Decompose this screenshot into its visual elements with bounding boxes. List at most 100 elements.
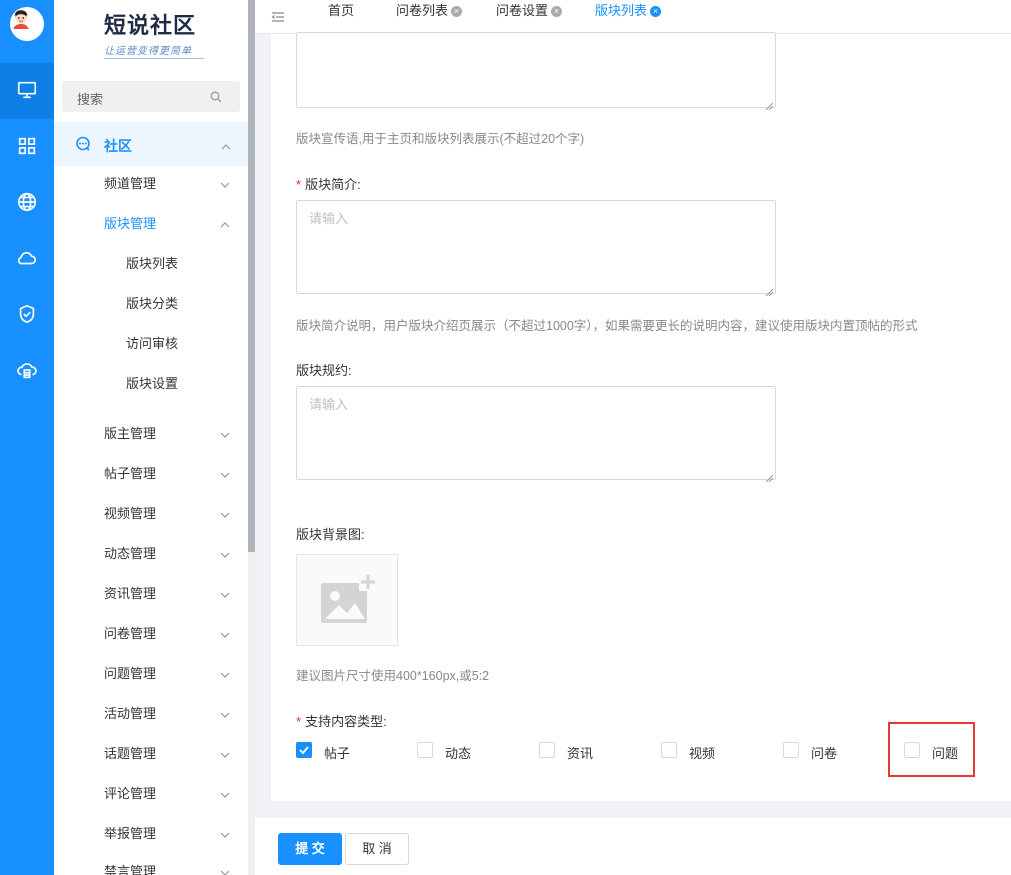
chevron-down-icon [220, 177, 230, 188]
background-help-text: 建议图片尺寸使用400*160px,或5:2 [296, 669, 490, 683]
search-input[interactable]: 搜索 [62, 81, 240, 112]
sidebar-item-posts[interactable]: 帖子管理 [104, 463, 156, 482]
checkbox-label: 资讯 [567, 746, 594, 761]
sidebar-item-events[interactable]: 活动管理 [104, 703, 156, 722]
chevron-down-icon [220, 787, 230, 798]
sidebar-item-comments[interactable]: 评论管理 [104, 783, 156, 802]
rail-item-cloud[interactable] [0, 231, 54, 287]
tab-label: 问卷列表 [396, 3, 449, 18]
avatar[interactable] [10, 7, 44, 41]
sidebar-item-mute[interactable]: 禁言管理 [104, 861, 156, 875]
check-icon [299, 746, 309, 755]
search-placeholder: 搜索 [77, 92, 104, 107]
tab-survey-settings[interactable]: 问卷设置 × [496, 0, 563, 34]
submit-button[interactable]: 提 交 [278, 833, 342, 865]
close-icon[interactable]: × [551, 6, 563, 17]
rules-placeholder: 请输入 [309, 397, 349, 412]
brand-logo[interactable]: 短说社区 让运营变得更简单 [98, 6, 218, 59]
rail-item-globe[interactable] [0, 175, 54, 231]
intro-label-text: 版块简介: [305, 177, 361, 192]
close-icon[interactable]: × [650, 6, 662, 17]
brand-underline [104, 58, 204, 59]
tab-board-list[interactable]: 版块列表 × [580, 0, 676, 34]
resize-grip-icon[interactable] [765, 283, 774, 297]
chat-icon [75, 136, 91, 152]
brand-tagline: 让运营变得更简单 [104, 46, 192, 57]
cloud-icon [16, 247, 38, 272]
chevron-down-icon [220, 467, 230, 478]
shield-check-icon [16, 303, 38, 328]
sidebar-item-channel[interactable]: 频道管理 [104, 173, 156, 192]
chevron-down-icon [220, 627, 230, 638]
sidebar: 短说社区 让运营变得更简单 搜索 社区 频道管理 版块管理 版块列表 版块分类 … [54, 0, 248, 875]
chevron-down-icon [220, 507, 230, 518]
checkbox-label: 问卷 [811, 746, 838, 761]
rail-item-desktop[interactable] [0, 63, 54, 119]
checkbox-box[interactable] [661, 742, 677, 758]
tab-home[interactable]: 首页 [328, 0, 354, 34]
form-footer: 提 交 取 消 [255, 818, 1011, 875]
sidebar-item-surveys[interactable]: 问卷管理 [104, 623, 156, 642]
checkbox-box[interactable] [417, 742, 433, 758]
intro-help-text: 版块简介说明，用户版块介绍页展示（不超过1000字），如果需要更长的说明内容，建… [296, 319, 918, 333]
scrollbar-thumb[interactable] [248, 0, 255, 552]
brand-title: 短说社区 [104, 13, 197, 39]
tab-bar: 首页 问卷列表 × 问卷设置 × 版块列表 × [255, 0, 1011, 34]
cancel-button[interactable]: 取 消 [345, 833, 409, 865]
sidebar-item-news[interactable]: 资讯管理 [104, 583, 156, 602]
checkbox-box[interactable] [783, 742, 799, 758]
tab-label: 问卷设置 [496, 3, 549, 18]
menu-fold-icon[interactable] [271, 10, 285, 24]
rail-item-cloud-server[interactable] [0, 343, 54, 399]
chevron-down-icon [220, 667, 230, 678]
sidebar-item-questions[interactable]: 问题管理 [104, 663, 156, 682]
checkbox-label: 动态 [445, 746, 472, 761]
sidebar-group-community[interactable]: 社区 [54, 122, 248, 166]
checkbox-box[interactable] [296, 742, 312, 758]
slogan-textarea[interactable] [296, 32, 776, 111]
chevron-down-icon [220, 827, 230, 838]
sidebar-subitem-board-list[interactable]: 版块列表 [126, 253, 178, 272]
background-label: 版块背景图: [296, 527, 365, 542]
chevron-down-icon [220, 747, 230, 758]
sidebar-subitem-board-settings[interactable]: 版块设置 [126, 373, 178, 392]
content-types-label-text: 支持内容类型: [305, 714, 387, 729]
chevron-up-icon [221, 139, 231, 150]
required-mark: * [296, 177, 302, 192]
sidebar-item-board[interactable]: 版块管理 [104, 213, 156, 232]
sidebar-item-reports[interactable]: 举报管理 [104, 823, 156, 842]
tab-label: 首页 [328, 3, 355, 18]
highlight-box [888, 722, 975, 777]
rail-item-grid[interactable] [0, 119, 54, 175]
grid-icon [16, 135, 38, 160]
background-image-upload[interactable] [296, 554, 398, 646]
chevron-down-icon [220, 427, 230, 438]
tab-survey-list[interactable]: 问卷列表 × [396, 0, 463, 34]
sidebar-scrollbar[interactable] [248, 0, 255, 875]
checkbox-label: 帖子 [324, 746, 351, 761]
chevron-down-icon [220, 547, 230, 558]
rail-item-shield[interactable] [0, 287, 54, 343]
resize-grip-icon[interactable] [765, 97, 774, 111]
checkbox-box[interactable] [539, 742, 555, 758]
intro-textarea[interactable]: 请输入 [296, 200, 776, 297]
sidebar-item-moments[interactable]: 动态管理 [104, 543, 156, 562]
sidebar-subitem-access-review[interactable]: 访问审核 [126, 333, 178, 352]
tab-label: 版块列表 [595, 3, 648, 18]
chevron-down-icon [220, 587, 230, 598]
sidebar-group-label: 社区 [104, 138, 132, 154]
required-mark: * [296, 714, 302, 729]
rules-textarea[interactable]: 请输入 [296, 386, 776, 483]
desktop-icon [16, 79, 38, 104]
close-icon[interactable]: × [451, 6, 463, 17]
resize-grip-icon[interactable] [765, 469, 774, 483]
intro-label: * 版块简介: [296, 174, 361, 193]
sidebar-item-videos[interactable]: 视频管理 [104, 503, 156, 522]
chevron-up-icon [220, 217, 230, 228]
icon-rail [0, 0, 54, 875]
chevron-down-icon [220, 707, 230, 718]
search-icon[interactable] [210, 90, 222, 103]
sidebar-item-moderator[interactable]: 版主管理 [104, 423, 156, 442]
sidebar-subitem-board-category[interactable]: 版块分类 [126, 293, 178, 312]
sidebar-item-topics[interactable]: 话题管理 [104, 743, 156, 762]
